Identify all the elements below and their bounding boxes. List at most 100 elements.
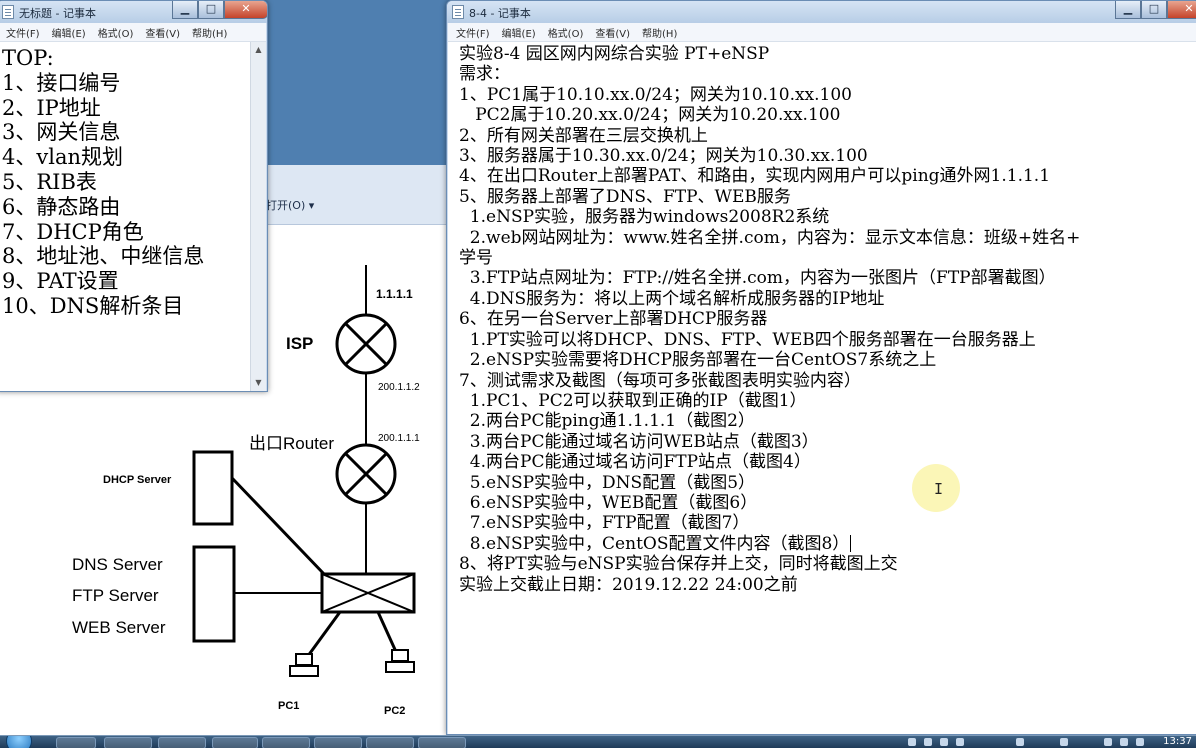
text-line: 1.eNSP实验，服务器为windows2008R2系统 [459, 207, 830, 228]
menu-edit[interactable]: 编辑(E) [52, 25, 86, 40]
text-line: 6、静态路由 [2, 194, 121, 219]
layer3-switch-icon [320, 572, 416, 614]
taskbar-chrome-icon[interactable] [212, 737, 258, 748]
text-line: 实验上交截止日期：2019.12.22 24:00之前 [459, 574, 798, 595]
text-line: 4.两台PC能通过域名访问FTP站点（截图4） [459, 452, 811, 473]
text-line: 1.PT实验可以将DHCP、DNS、FTP、WEB四个服务部署在一台服务器上 [459, 329, 1036, 350]
text-line: PC2属于10.20.xx.0/24；网关为10.20.xx.100 [459, 105, 841, 126]
pc2-icon [385, 649, 415, 673]
text-line: 4.DNS服务为：将以上两个域名解析成服务器的IP地址 [459, 288, 885, 309]
pc1-icon [289, 653, 319, 677]
dhcp-server-icon [192, 450, 234, 526]
taskbar-notepad-icon[interactable] [366, 737, 414, 748]
text-line: 4、vlan规划 [2, 145, 123, 170]
text-line: 实验8-4 园区网内网综合实验 PT+eNSP [459, 44, 770, 64]
menu-bar: 文件(F) 编辑(E) 格式(O) 查看(V) 帮助(H) [0, 23, 266, 42]
tray-icon[interactable] [940, 738, 948, 746]
taskbar-app-icon[interactable] [314, 737, 362, 748]
text-line: 10、DNS解析条目 [2, 293, 184, 318]
menu-file[interactable]: 文件(F) [6, 25, 40, 40]
clock[interactable]: 13:37 [1163, 736, 1192, 748]
menu-format[interactable]: 格式(O) [548, 25, 584, 40]
taskbar-app-icon[interactable] [262, 737, 310, 748]
menu-bar: 文件(F) 编辑(E) 格式(O) 查看(V) 帮助(H) [448, 23, 1196, 42]
taskbar-firefox-icon[interactable] [158, 737, 206, 748]
menu-edit[interactable]: 编辑(E) [502, 25, 536, 40]
text-line: 9、PAT设置 [2, 269, 119, 294]
scroll-down-icon[interactable]: ▼ [251, 375, 266, 391]
editor-content: 实验8-4 园区网内网综合实验 PT+eNSP 需求： 1、PC1属于10.10.x… [448, 42, 1196, 595]
ftp-server-label: FTP Server [72, 586, 159, 605]
maximize-button[interactable]: □ [1141, 1, 1167, 19]
router-label: 出口Router [249, 434, 334, 453]
tray-icon[interactable] [908, 738, 916, 746]
dns-server-label: DNS Server [72, 555, 163, 574]
text-line-with-caret: 8.eNSP实验中，CentOS配置文件内容（截图8） [459, 534, 1196, 554]
network-icon[interactable] [1104, 738, 1112, 746]
text-line: TOP: [2, 46, 54, 70]
title-bar[interactable]: 无标题 - 记事本 ▁ □ ✕ [0, 1, 267, 23]
text-line: 3、网关信息 [2, 120, 121, 145]
menu-view[interactable]: 查看(V) [595, 25, 630, 40]
ibeam-cursor-icon: I [934, 480, 944, 498]
minimize-button[interactable]: ▁ [1115, 1, 1141, 19]
text-line: 2.两台PC能ping通1.1.1.1（截图2） [459, 411, 755, 432]
text-line: 8、将PT实验与eNSP实验台保存并上交，同时将截图上交 [459, 554, 898, 575]
text-line: 2、所有网关部署在三层交换机上 [459, 125, 708, 146]
dhcp-server-label: DHCP Server [103, 474, 172, 486]
text-editor[interactable]: TOP: 1、接口编号 2、IP地址 3、网关信息 4、vlan规划 5、RIB表 6、静态… [0, 42, 250, 391]
volume-icon[interactable] [1120, 738, 1128, 746]
isp-ip-label: 1.1.1.1 [376, 287, 413, 301]
menu-help[interactable]: 帮助(H) [192, 25, 227, 40]
menu-help[interactable]: 帮助(H) [642, 25, 677, 40]
notepad-window-untitled: 无标题 - 记事本 ▁ □ ✕ 文件(F) 编辑(E) 格式(O) 查看(V) … [0, 0, 268, 392]
close-button[interactable]: ✕ [1167, 1, 1196, 19]
web-server-label: WEB Server [72, 618, 166, 637]
text-line: 5、RIB表 [2, 169, 97, 194]
text-editor[interactable]: 实验8-4 园区网内网综合实验 PT+eNSP 需求： 1、PC1属于10.10.x… [448, 42, 1196, 734]
dhcp-switch-link [230, 476, 326, 576]
text-line: 7.eNSP实验中，FTP配置（截图7） [459, 513, 750, 534]
pc2-label: PC2 [384, 705, 405, 717]
tray-icon[interactable] [1016, 738, 1024, 746]
tray-icon[interactable] [1060, 738, 1068, 746]
pc2-switch-link [376, 611, 399, 655]
maximize-button[interactable]: □ [198, 1, 224, 19]
tray-icon[interactable] [1136, 738, 1144, 746]
editor-content: TOP: 1、接口编号 2、IP地址 3、网关信息 4、vlan规划 5、RIB表 6、静态… [0, 42, 250, 319]
tray-icon[interactable] [924, 738, 932, 746]
taskbar: 13:37 [0, 735, 1196, 748]
text-line: 2.eNSP实验需要将DHCP服务部署在一台CentOS7系统之上 [459, 350, 937, 371]
vertical-scrollbar[interactable]: ▲ ▼ [250, 42, 266, 391]
start-button[interactable] [6, 736, 32, 748]
notepad-icon [2, 5, 14, 19]
minimize-button[interactable]: ▁ [172, 1, 198, 19]
menu-format[interactable]: 格式(O) [98, 25, 134, 40]
text-line: 7、DHCP角色 [2, 219, 144, 244]
title-bar[interactable]: 8-4 - 记事本 ▁ □ ✕ [447, 1, 1196, 23]
text-line: 8.eNSP实验中，CentOS配置文件内容（截图8） [459, 533, 850, 554]
exit-router-icon [335, 443, 397, 505]
close-button[interactable]: ✕ [224, 1, 267, 19]
menu-file[interactable]: 文件(F) [456, 25, 490, 40]
text-line: 5、服务器上部署了DNS、FTP、WEB服务 [459, 186, 791, 207]
menu-view[interactable]: 查看(V) [145, 25, 180, 40]
multi-server-icon [192, 545, 236, 643]
text-line: 学号 [459, 248, 493, 269]
text-caret [850, 534, 852, 552]
text-line: 6.eNSP实验中，WEB配置（截图6） [459, 492, 758, 513]
scroll-up-icon[interactable]: ▲ [251, 42, 266, 58]
text-line: 3、服务器属于10.30.xx.0/24；网关为10.30.xx.100 [459, 146, 868, 167]
text-line: 5.eNSP实验中，DNS配置（截图5） [459, 472, 756, 493]
isp-label: ISP [286, 334, 313, 353]
taskbar-ie-icon[interactable] [56, 737, 96, 748]
text-line: 2.web网站网址为：www.姓名全拼.com，内容为：显示文本信息：班级+姓名… [459, 227, 1081, 248]
text-line: 1.PC1、PC2可以获取到正确的IP（截图1） [459, 390, 807, 411]
taskbar-explorer-icon[interactable] [104, 737, 152, 748]
text-line: 1、接口编号 [2, 70, 121, 95]
tray-icon[interactable] [956, 738, 964, 746]
window-title: 8-4 - 记事本 [469, 7, 531, 20]
taskbar-notepad-icon[interactable] [418, 737, 466, 748]
text-line: 4、在出口Router上部署PAT、和路由，实现内网用户可以ping通外网1.1… [459, 166, 1051, 187]
notepad-icon [452, 5, 464, 19]
